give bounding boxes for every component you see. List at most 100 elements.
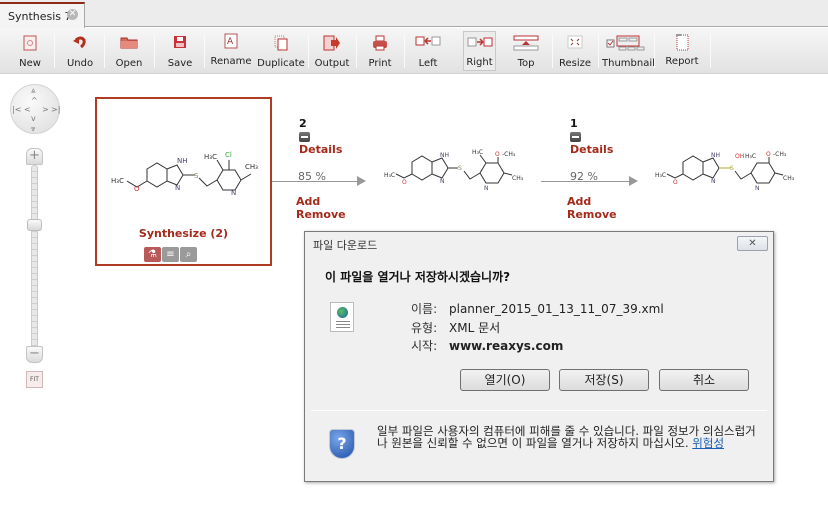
risk-link[interactable]: 위험성 [692, 436, 724, 450]
pan-left-icon[interactable]: < [24, 106, 31, 114]
thumbnail-label: Thumbnail [602, 58, 655, 69]
collapse-icon[interactable] [299, 132, 310, 142]
rename-label: Rename [210, 56, 252, 67]
top-layout-button[interactable]: Top [508, 31, 544, 71]
svg-text:-CH₃: -CH₃ [773, 151, 787, 158]
thumbnail-tree-icon [606, 35, 645, 51]
svg-text:NH: NH [440, 152, 449, 159]
svg-text:O: O [766, 151, 771, 158]
top-label: Top [517, 58, 535, 69]
step-number: 2 [299, 117, 307, 130]
dialog-title: 파일 다운로드 [313, 239, 378, 252]
starting-material-structure: H₃C O NH N S OH H₃C O -CH₃ CH₃ N [655, 151, 795, 192]
details-link[interactable]: Details [299, 143, 342, 156]
flask-icon[interactable]: ⚗ [144, 247, 161, 262]
resize-label: Resize [558, 58, 592, 69]
toolbar-separator [552, 34, 553, 68]
name-value: planner_2015_01_13_11_07_39.xml [449, 302, 664, 316]
print-button[interactable]: Print [360, 31, 400, 71]
zoom-slider-track[interactable] [31, 165, 38, 350]
printer-icon [373, 35, 387, 51]
report-button[interactable]: Report [660, 29, 704, 69]
undo-button[interactable]: Undo [58, 31, 102, 71]
undo-arrow-icon [73, 36, 86, 49]
intermediate-structure: H₃C O NH N S H₃C O -CH₃ CH₃ N [384, 149, 524, 192]
svg-text:N: N [755, 185, 760, 192]
print-label: Print [368, 58, 392, 69]
new-button[interactable]: New [8, 31, 52, 71]
svg-text:CH₃: CH₃ [245, 163, 258, 171]
undo-label: Undo [66, 58, 94, 69]
file-source-row: 시작: www.reaxys.com [411, 337, 563, 354]
open-button[interactable]: Open [108, 31, 150, 71]
step-1-actions: Add Remove [567, 195, 617, 221]
pan-to-right-icon[interactable]: >| [51, 106, 60, 114]
step-2-actions: Add Remove [296, 195, 346, 221]
save-label: Save [167, 58, 193, 69]
zoom-out-button[interactable]: − [26, 346, 43, 363]
pan-to-bottom-icon[interactable]: ⩔ [31, 125, 36, 133]
add-link[interactable]: Add [296, 195, 346, 208]
output-button[interactable]: Output [310, 31, 354, 71]
layout-left-icon [415, 36, 441, 46]
svg-text:H₃C: H₃C [111, 177, 124, 185]
remove-link[interactable]: Remove [567, 208, 617, 221]
tab-synthesis[interactable]: Synthesis 7 ✕ [0, 2, 85, 28]
remove-link[interactable]: Remove [296, 208, 346, 221]
pan-navigator[interactable]: ⩓ ^ |< < > >| v ⩔ [10, 84, 60, 134]
save-button[interactable]: Save [158, 31, 202, 71]
zoom-slider-thumb[interactable] [27, 219, 42, 231]
target-compound-card[interactable]: H₃C O NH N S Cl H₃C CH₃ N Synthesize (2)… [95, 97, 272, 266]
pan-up-icon[interactable]: ^ [31, 97, 38, 105]
svg-text:CH₃: CH₃ [512, 175, 524, 182]
svg-text:O: O [495, 151, 500, 158]
zoom-in-button[interactable]: + [26, 148, 43, 165]
resize-button[interactable]: Resize [556, 31, 594, 71]
duplicate-button[interactable]: Duplicate [256, 31, 306, 71]
synthesize-link[interactable]: Synthesize (2) [97, 227, 270, 240]
pan-right-icon[interactable]: > [42, 106, 49, 114]
svg-text:N: N [440, 178, 445, 185]
collapse-icon[interactable] [570, 132, 581, 142]
file-download-dialog: 파일 다운로드 ✕ 이 파일을 열거나 저장하시겠습니까? 이름: planner… [304, 231, 774, 482]
svg-text:A: A [227, 37, 234, 47]
pan-to-left-icon[interactable]: |< [12, 106, 21, 114]
fit-to-screen-button[interactable]: FIT [26, 371, 43, 388]
security-warning: 일부 파일은 사용자의 컴퓨터에 피해를 줄 수 있습니다. 파일 정보가 의심… [377, 425, 762, 449]
reaction-step-1: 1 Details [570, 117, 613, 156]
output-arrow-icon [323, 35, 340, 51]
target-actions: ⚗ ≡ ⌕ [144, 242, 198, 262]
open-label: Open [115, 58, 143, 69]
svg-text:OH: OH [735, 153, 744, 160]
security-shield-icon: ? [329, 429, 355, 459]
close-icon: ✕ [748, 238, 757, 249]
svg-text:N: N [711, 178, 716, 185]
reaction-arrow [272, 181, 357, 182]
svg-text:S: S [194, 172, 199, 180]
dialog-close-button[interactable]: ✕ [737, 236, 768, 251]
list-icon[interactable]: ≡ [162, 247, 179, 262]
svg-text:N: N [175, 184, 180, 192]
tab-title: Synthesis 7 [8, 10, 72, 23]
details-link[interactable]: Details [570, 143, 613, 156]
rename-button[interactable]: A Rename [206, 29, 256, 69]
add-link[interactable]: Add [567, 195, 617, 208]
cancel-button[interactable]: 취소 [659, 369, 749, 391]
pan-to-top-icon[interactable]: ⩓ [31, 87, 36, 95]
save-file-button[interactable]: 저장(S) [559, 369, 649, 391]
output-label: Output [314, 58, 350, 69]
left-layout-button[interactable]: Left [408, 31, 448, 71]
arrow-head-icon [357, 176, 366, 186]
tab-bar: Synthesis 7 ✕ [0, 0, 828, 28]
file-type-row: 유형: XML 문서 [411, 319, 500, 336]
pan-down-icon[interactable]: v [31, 115, 36, 123]
thumbnail-toggle[interactable]: Thumbnail [602, 31, 655, 71]
svg-text:H₃C: H₃C [655, 172, 666, 179]
svg-text:CH₃: CH₃ [783, 175, 795, 182]
open-file-button[interactable]: 열기(O) [460, 369, 550, 391]
new-document-icon [23, 35, 37, 51]
magnifier-icon[interactable]: ⌕ [180, 247, 197, 262]
close-circle-icon[interactable]: ✕ [67, 9, 78, 20]
right-layout-button[interactable]: Right [463, 31, 496, 71]
svg-text:O: O [402, 179, 407, 186]
